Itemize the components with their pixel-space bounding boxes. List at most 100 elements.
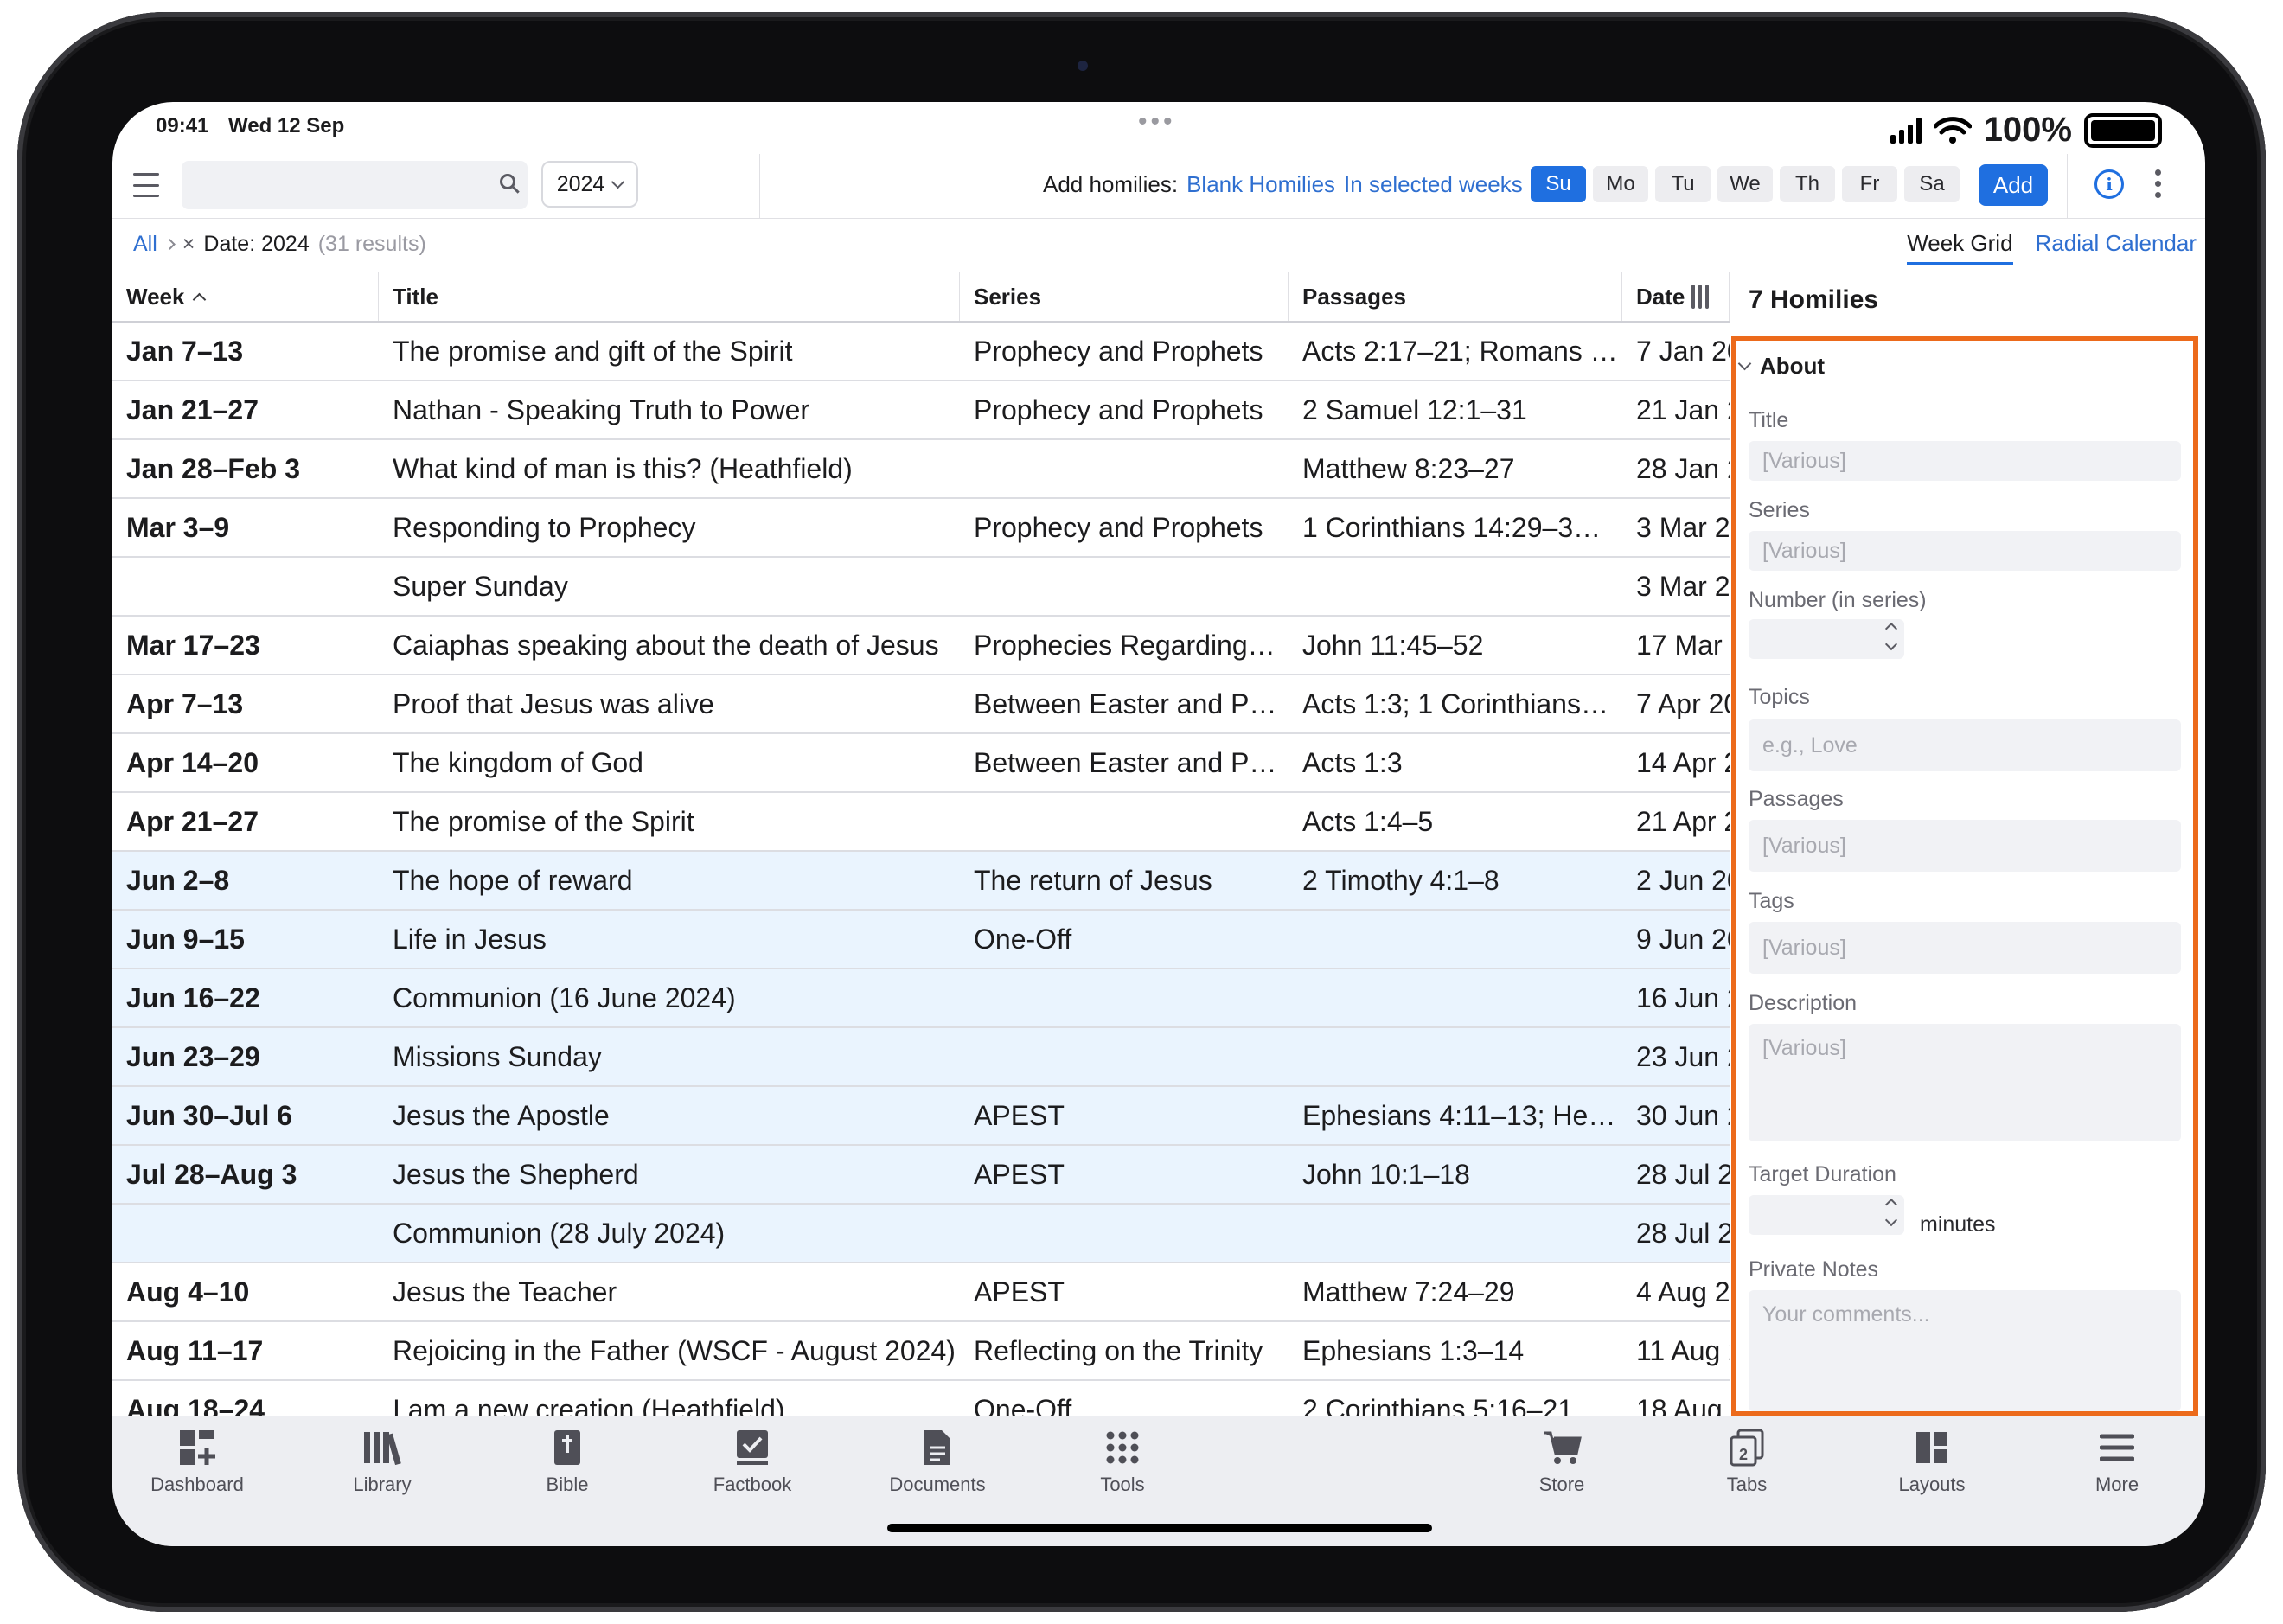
table-row[interactable]: Jan 7–13 The promise and gift of the Spir… xyxy=(112,323,1730,381)
table-row[interactable]: Jun 16–22 Communion (16 June 2024) 16 Jun … xyxy=(112,969,1730,1028)
tab-tools[interactable]: Tools xyxy=(1053,1429,1192,1496)
breadcrumb-all[interactable]: All xyxy=(133,232,157,257)
passages-field[interactable]: [Various] xyxy=(1749,820,2181,872)
cell-week: Aug 11–17 xyxy=(126,1334,264,1366)
blank-homilies-link[interactable]: Blank Homilies xyxy=(1186,171,1335,198)
tab-more[interactable]: More xyxy=(2048,1429,2186,1496)
tab-week-grid[interactable]: Week Grid xyxy=(1907,230,2013,265)
table-row[interactable]: Jun 23–29 Missions Sunday 23 Jun 2 xyxy=(112,1028,1730,1087)
tab-dashboard[interactable]: Dashboard xyxy=(128,1429,266,1496)
title-field[interactable]: [Various] xyxy=(1749,441,2181,481)
more-options-icon[interactable] xyxy=(2155,169,2162,198)
home-indicator[interactable] xyxy=(887,1524,1432,1532)
cell-date: 16 Jun 2 xyxy=(1636,981,1730,1013)
cell-date: 4 Aug 20 xyxy=(1636,1276,1730,1308)
table-row[interactable]: Mar 3–9 Responding to Prophecy Prophecy an… xyxy=(112,499,1730,558)
cell-week: Jun 2–8 xyxy=(126,864,230,896)
cell-passages: John 10:1–18 xyxy=(1302,1158,1470,1190)
table-row[interactable]: Jan 21–27 Nathan - Speaking Truth to Powe… xyxy=(112,381,1730,440)
topics-input[interactable]: e.g., Love xyxy=(1749,719,2181,771)
day-sa[interactable]: Sa xyxy=(1904,166,1960,202)
stepper-arrows-icon[interactable] xyxy=(1884,622,1898,651)
table-row[interactable]: Jul 28–Aug 3 Jesus the Shepherd APEST John … xyxy=(112,1146,1730,1205)
tab-label: Bible xyxy=(546,1474,589,1495)
tab-library[interactable]: Library xyxy=(313,1429,451,1496)
duration-stepper[interactable] xyxy=(1749,1195,1904,1235)
about-section-header[interactable]: About xyxy=(1737,353,1826,380)
table-row[interactable]: Super Sunday 3 Mar 20 xyxy=(112,558,1730,617)
number-label: Number (in series) xyxy=(1749,588,1927,612)
cell-week: Jun 23–29 xyxy=(126,1040,260,1072)
cell-week: Jun 30–Jul 6 xyxy=(126,1099,293,1131)
selected-weeks-link[interactable]: In selected weeks xyxy=(1344,171,1523,198)
day-su[interactable]: Su xyxy=(1531,166,1586,202)
cell-title: What kind of man is this? (Heathfield) xyxy=(393,452,853,484)
table-row[interactable]: Aug 11–17 Rejoicing in the Father (WSCF -… xyxy=(112,1322,1730,1381)
table-row[interactable]: Apr 7–13 Proof that Jesus was alive Betwee… xyxy=(112,675,1730,734)
cell-date: 11 Aug 2 xyxy=(1636,1334,1730,1366)
table-row[interactable]: Mar 17–23 Caiaphas speaking about the dea… xyxy=(112,617,1730,675)
table-row[interactable]: Jun 9–15 Life in Jesus One-Off 9 Jun 20 xyxy=(112,911,1730,969)
column-passages[interactable]: Passages xyxy=(1289,272,1622,321)
cell-title: Nathan - Speaking Truth to Power xyxy=(393,393,810,425)
tab-bible[interactable]: Bible xyxy=(498,1429,636,1496)
tags-field[interactable]: [Various] xyxy=(1749,922,2181,974)
search-input[interactable] xyxy=(182,161,528,209)
year-value: 2024 xyxy=(556,171,605,196)
column-date[interactable]: Date xyxy=(1622,272,1730,321)
table-row[interactable]: Communion (28 July 2024) 28 Jul 2 xyxy=(112,1205,1730,1263)
homilies-table: Week Title Series Passages Date Jan 7–13… xyxy=(112,272,1730,1440)
tab-documents[interactable]: Documents xyxy=(868,1429,1007,1496)
column-title[interactable]: Title xyxy=(379,272,960,321)
column-week[interactable]: Week xyxy=(112,272,379,321)
add-button[interactable]: Add xyxy=(1979,164,2048,206)
multitasking-dots-icon[interactable]: ••• xyxy=(1138,107,1176,137)
cell-week: Apr 14–20 xyxy=(126,746,259,778)
table-row[interactable]: Jun 30–Jul 6 Jesus the Apostle APEST Ephesi… xyxy=(112,1087,1730,1146)
cell-series: Between Easter and P… xyxy=(974,746,1277,778)
cell-title: The kingdom of God xyxy=(393,746,643,778)
description-field[interactable]: [Various] xyxy=(1749,1024,2181,1141)
year-select[interactable]: 2024 xyxy=(541,161,638,208)
cell-week: Jan 7–13 xyxy=(126,335,244,367)
table-row[interactable]: Jun 2–8 The hope of reward The return of J… xyxy=(112,852,1730,911)
tab-radial-calendar[interactable]: Radial Calendar xyxy=(2036,230,2197,265)
table-row[interactable]: Jan 28–Feb 3 What kind of man is this? (H… xyxy=(112,440,1730,499)
remove-filter-icon[interactable]: × xyxy=(182,232,195,257)
day-th[interactable]: Th xyxy=(1780,166,1835,202)
about-label: About xyxy=(1760,353,1826,379)
cell-series: Reflecting on the Trinity xyxy=(974,1334,1263,1366)
duration-unit: minutes xyxy=(1920,1212,1996,1237)
table-row[interactable]: Aug 4–10 Jesus the Teacher APEST Matthew 7:… xyxy=(112,1263,1730,1322)
notes-label: Private Notes xyxy=(1749,1257,1879,1282)
day-tu[interactable]: Tu xyxy=(1655,166,1711,202)
search-icon[interactable] xyxy=(500,174,515,189)
cell-series: APEST xyxy=(974,1276,1065,1308)
stepper-arrows-icon[interactable] xyxy=(1884,1198,1898,1227)
title-label: Title xyxy=(1749,408,1789,432)
cell-passages: Acts 1:4–5 xyxy=(1302,805,1434,837)
table-row[interactable]: Apr 21–27 The promise of the Spirit Acts 1… xyxy=(112,793,1730,852)
menu-icon[interactable] xyxy=(133,173,159,197)
number-stepper[interactable] xyxy=(1749,619,1904,659)
layouts-icon xyxy=(1916,1432,1947,1463)
private-notes-input[interactable]: Your comments... xyxy=(1749,1290,2181,1411)
battery-icon xyxy=(2084,112,2162,148)
day-we[interactable]: We xyxy=(1717,166,1773,202)
series-field[interactable]: [Various] xyxy=(1749,531,2181,571)
cell-series: Prophecy and Prophets xyxy=(974,511,1263,543)
info-icon[interactable]: i xyxy=(2094,169,2124,199)
table-header: Week Title Series Passages Date xyxy=(112,272,1730,323)
cell-passages xyxy=(1289,911,1622,968)
tab-store[interactable]: Store xyxy=(1493,1429,1631,1496)
column-resize-icon[interactable] xyxy=(1691,285,1710,309)
column-series[interactable]: Series xyxy=(960,272,1289,321)
day-mo[interactable]: Mo xyxy=(1593,166,1648,202)
tab-layouts[interactable]: Layouts xyxy=(1863,1429,2001,1496)
table-row[interactable]: Apr 14–20 The kingdom of God Between Easte… xyxy=(112,734,1730,793)
tab-factbook[interactable]: Factbook xyxy=(683,1429,822,1496)
cell-passages: 2 Samuel 12:1–31 xyxy=(1302,393,1527,425)
day-fr[interactable]: Fr xyxy=(1842,166,1897,202)
cell-week: Jun 9–15 xyxy=(126,923,245,955)
cell-passages: 2 Timothy 4:1–8 xyxy=(1302,864,1500,896)
